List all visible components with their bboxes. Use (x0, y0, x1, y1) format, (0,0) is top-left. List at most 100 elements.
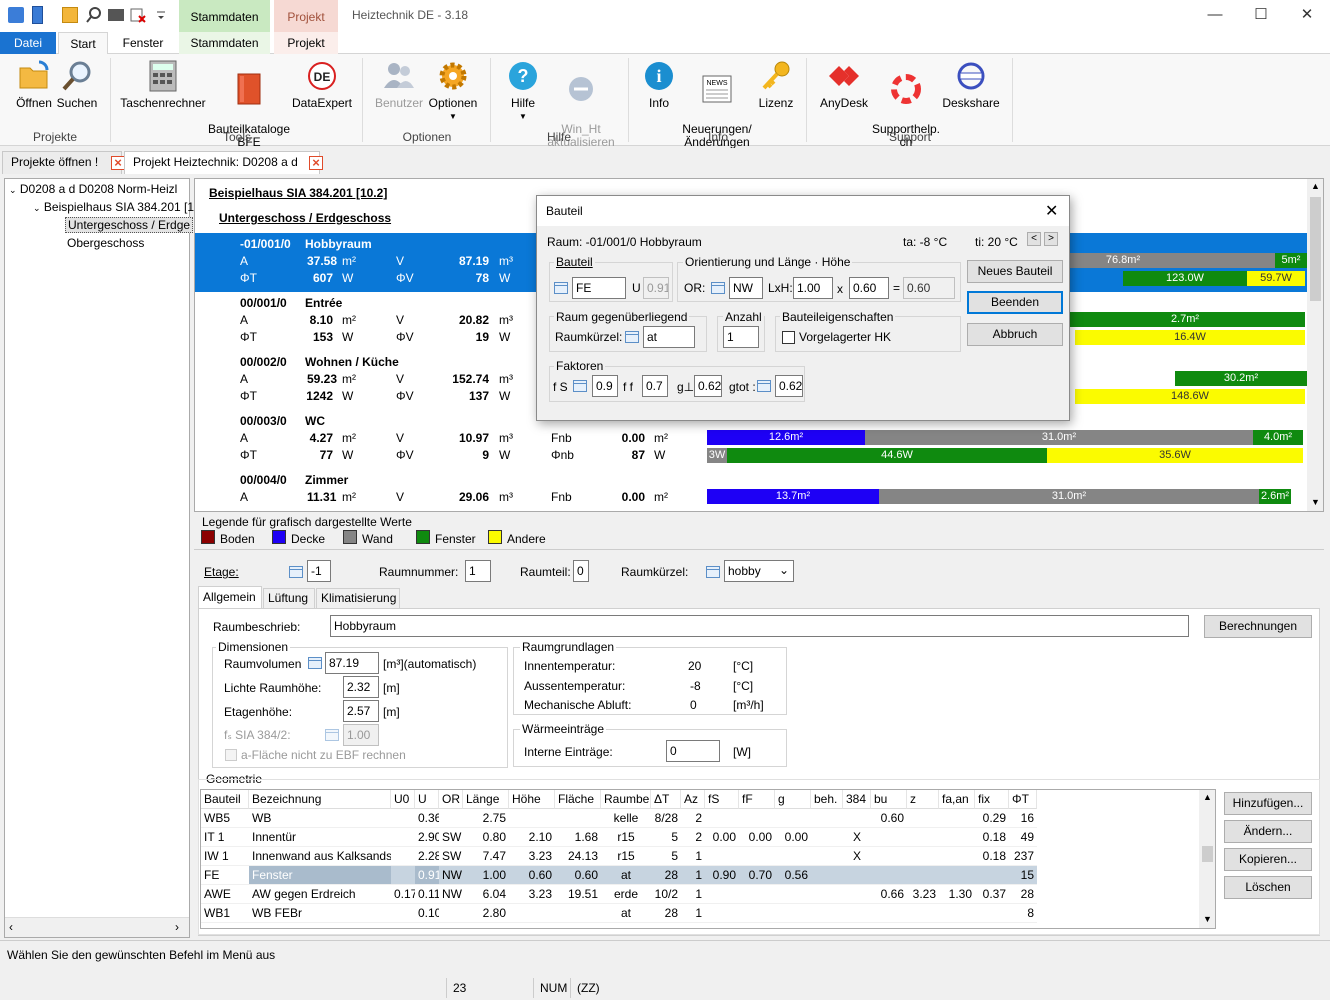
grid-cell[interactable]: 15 (1009, 866, 1037, 885)
scroll-up-icon[interactable]: ▲ (1203, 792, 1212, 802)
g-input[interactable]: 0.62 (694, 375, 722, 397)
grid-cell[interactable]: 1 (681, 847, 705, 866)
grid-cell[interactable]: 1.30 (939, 885, 975, 904)
calendar-icon[interactable] (573, 380, 587, 392)
grid-cell[interactable] (871, 904, 907, 923)
raumkuerzel-select[interactable]: hobby ⌄ (724, 560, 794, 582)
deskshare-button[interactable]: Deskshare (942, 60, 1000, 110)
calendar-icon[interactable] (706, 566, 720, 578)
ctx-tab-stammdaten[interactable]: Stammdaten (179, 0, 270, 32)
grid-cell[interactable]: 0.18 (975, 828, 1009, 847)
tab-stammdaten[interactable]: Stammdaten (179, 32, 270, 54)
raumteil-input[interactable]: 0 (573, 560, 589, 582)
optionen-button[interactable]: Optionen ▼ (424, 60, 482, 123)
grid-cell[interactable]: at (601, 904, 651, 923)
grid-cell[interactable]: 24.13 (555, 847, 601, 866)
grid-cell[interactable]: X (843, 828, 871, 847)
grid-cell[interactable]: FE (201, 866, 249, 885)
grid-cell[interactable]: 0.00 (775, 828, 811, 847)
grid-cell[interactable]: NW (439, 885, 463, 904)
grid-cell[interactable] (555, 809, 601, 828)
grid-cell[interactable] (871, 847, 907, 866)
room-vscrollbar[interactable]: ▲ ▼ (1307, 179, 1323, 511)
next-room-button[interactable]: > (1044, 232, 1058, 246)
tab-klimatisierung[interactable]: Klimatisierung (316, 588, 400, 608)
grid-cell[interactable]: AW gegen Erdreich (249, 885, 391, 904)
grid-cell[interactable] (975, 904, 1009, 923)
calendar-icon[interactable] (711, 282, 725, 294)
grid-header[interactable]: U0 (391, 790, 415, 809)
grid-cell[interactable] (705, 809, 739, 828)
suchen-button[interactable]: Suchen (56, 60, 98, 110)
grid-cell[interactable]: SW (439, 847, 463, 866)
grid-cell[interactable] (739, 885, 775, 904)
grid-cell[interactable]: 19.51 (555, 885, 601, 904)
raumbeschrieb-input[interactable]: Hobbyraum (330, 615, 1189, 637)
grid-cell[interactable]: 0.60 (555, 866, 601, 885)
doc-tab-projekt-heiztechnik[interactable]: Projekt Heiztechnik: D0208 a d × (124, 151, 323, 174)
hilfe-button[interactable]: ? Hilfe ▼ (500, 60, 546, 123)
grid-cell[interactable]: X (843, 847, 871, 866)
grid-cell[interactable] (439, 809, 463, 828)
taschenrechner-button[interactable]: Taschenrechner (120, 60, 206, 110)
minimize-button[interactable]: — (1192, 0, 1238, 32)
room-row[interactable]: 00/004/0 Zimmer A 11.31 m² V 29.06 m³ Fnb 0.00 m² 1… (195, 469, 1307, 511)
grid-cell[interactable] (509, 809, 555, 828)
grid-header[interactable]: 384 (843, 790, 871, 809)
grid-cell[interactable]: r15 (601, 847, 651, 866)
grid-header[interactable]: OR (439, 790, 463, 809)
grid-cell[interactable] (811, 828, 843, 847)
grid-cell[interactable]: erde (601, 885, 651, 904)
grid-cell[interactable] (907, 866, 939, 885)
grid-cell[interactable] (391, 904, 415, 923)
tree-node-project[interactable]: ⌄ D0208 a d D0208 Norm-Heizl (9, 182, 177, 196)
grid-cell[interactable]: NW (439, 866, 463, 885)
doc-tab-projekte-oeffnen[interactable]: Projekte öffnen ! × (2, 151, 125, 174)
grid-cell[interactable]: 1.00 (463, 866, 509, 885)
prev-room-button[interactable]: < (1027, 232, 1041, 246)
grid-cell[interactable]: 2 (681, 828, 705, 847)
grid-cell[interactable]: 8 (1009, 904, 1037, 923)
calendar-icon[interactable] (554, 282, 568, 294)
tab-allgemein[interactable]: Allgemein (198, 586, 262, 608)
grid-cell[interactable] (871, 828, 907, 847)
grid-cell[interactable]: IT 1 (201, 828, 249, 847)
abbruch-button[interactable]: Abbruch (967, 323, 1063, 346)
grid-cell[interactable] (907, 904, 939, 923)
scroll-right-icon[interactable]: › (175, 920, 179, 934)
grid-cell[interactable] (843, 809, 871, 828)
tree-node-building[interactable]: ⌄ Beispielhaus SIA 384.201 [1 (33, 200, 194, 214)
calendar-icon[interactable] (757, 380, 771, 392)
grid-cell[interactable] (907, 828, 939, 847)
grid-cell[interactable] (705, 885, 739, 904)
grid-cell[interactable]: SW (439, 828, 463, 847)
grid-cell[interactable]: 0.70 (739, 866, 775, 885)
neues-bauteil-button[interactable]: Neues Bauteil (967, 260, 1063, 283)
scroll-thumb[interactable] (1202, 846, 1213, 862)
ff-input[interactable]: 0.7 (642, 375, 668, 397)
grid-header[interactable]: g (775, 790, 811, 809)
berechnungen-button[interactable]: Berechnungen (1204, 615, 1312, 638)
etage-input[interactable]: -1 (307, 560, 331, 582)
tree-expander-icon[interactable]: ⌄ (33, 203, 41, 213)
gtot-input[interactable]: 0.62 (775, 375, 803, 397)
grid-cell[interactable]: 0.29 (975, 809, 1009, 828)
grid-header[interactable]: Az (681, 790, 705, 809)
close-tab-icon[interactable]: × (111, 156, 125, 170)
anydesk-button[interactable]: AnyDesk (818, 60, 870, 110)
or-input[interactable]: NW (729, 277, 763, 299)
grid-cell[interactable]: 0.10 (415, 904, 439, 923)
grid-cell[interactable]: 0.18 (975, 847, 1009, 866)
vorgelagert-checkbox[interactable] (782, 331, 795, 344)
grid-cell[interactable]: 0.17 (391, 885, 415, 904)
grid-cell[interactable]: 5 (651, 847, 681, 866)
grid-header[interactable]: z (907, 790, 939, 809)
grid-cell[interactable] (939, 904, 975, 923)
calendar-icon[interactable] (289, 566, 303, 578)
grid-cell[interactable]: 0.60 (871, 809, 907, 828)
kopieren-button[interactable]: Kopieren... (1224, 848, 1312, 871)
grid-cell[interactable]: Innentür (249, 828, 391, 847)
grid-cell[interactable]: r15 (601, 828, 651, 847)
search-icon[interactable] (86, 7, 102, 23)
grid-cell[interactable] (739, 904, 775, 923)
